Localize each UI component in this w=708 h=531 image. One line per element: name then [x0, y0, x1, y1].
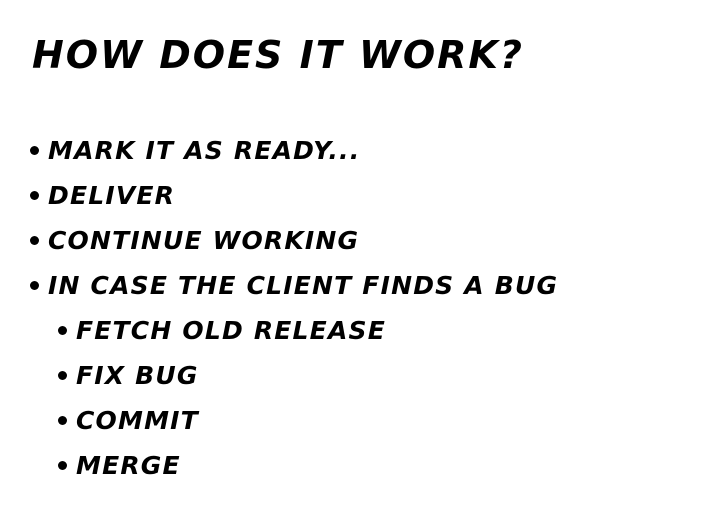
bullet-dot-icon: [58, 416, 67, 425]
bullet-dot-icon: [58, 371, 67, 380]
sub-bullet-item-fix-bug: Fix bug: [30, 353, 558, 398]
bullet-item-client-finds-bug: In case the client finds a bug: [30, 263, 558, 308]
bullet-label: Continue working: [48, 225, 360, 255]
bullet-dot-icon: [58, 326, 67, 335]
bullet-dot-icon: [30, 146, 39, 155]
bullet-dot-icon: [30, 191, 39, 200]
bullet-label: Merge: [76, 450, 181, 480]
bullet-dot-icon: [30, 236, 39, 245]
bullet-label: Fix bug: [76, 360, 199, 390]
bullet-dot-icon: [58, 461, 67, 470]
bullet-label: Commit: [76, 405, 199, 435]
bullet-item-continue-working: Continue working: [30, 218, 558, 263]
bullet-label: Mark it as ready...: [48, 135, 361, 165]
bullet-label: In case the client finds a bug: [48, 270, 559, 300]
bullet-dot-icon: [30, 281, 39, 290]
bullet-item-mark-ready: Mark it as ready...: [30, 128, 558, 173]
bullet-item-deliver: Deliver: [30, 173, 558, 218]
slide: How does it work? Mark it as ready... De…: [0, 0, 708, 531]
sub-bullet-item-merge: Merge: [30, 443, 558, 488]
bullet-list: Mark it as ready... Deliver Continue wor…: [30, 128, 558, 488]
bullet-label: Deliver: [48, 180, 176, 210]
bullet-label: Fetch old release: [76, 315, 386, 345]
sub-bullet-item-commit: Commit: [30, 398, 558, 443]
slide-title: How does it work?: [32, 33, 524, 77]
sub-bullet-item-fetch-old-release: Fetch old release: [30, 308, 558, 353]
